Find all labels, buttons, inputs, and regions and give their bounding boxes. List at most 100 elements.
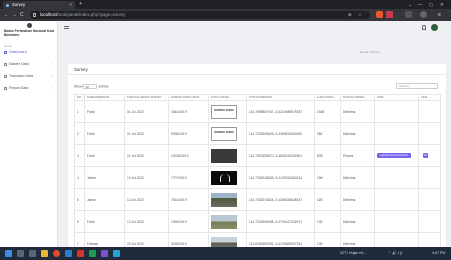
entries-label: entries xyxy=(98,84,109,89)
location-photo[interactable] xyxy=(211,170,237,185)
zoom-icon[interactable]: ⊕ xyxy=(348,11,352,19)
tab-close-icon[interactable]: × xyxy=(70,1,72,9)
search-input[interactable]: Search... xyxy=(396,83,438,89)
site-info-icon[interactable] xyxy=(33,13,36,17)
cell-status: Diterima xyxy=(340,188,375,211)
windows-start-icon[interactable] xyxy=(5,250,12,257)
cell-aksi xyxy=(418,100,441,123)
cell-luas: 828 xyxy=(314,144,341,167)
cell-aksi xyxy=(418,122,441,145)
chevron-right-icon: › xyxy=(50,62,52,66)
cell-luas: 130 xyxy=(314,232,341,247)
extensions-icon[interactable] xyxy=(405,11,412,18)
dashboard-icon xyxy=(4,50,7,54)
entries-select[interactable]: 10 xyxy=(83,84,98,89)
app-icon[interactable] xyxy=(77,250,84,257)
new-tab-button[interactable]: + xyxy=(79,0,82,9)
cell-opsi xyxy=(374,166,419,189)
cell-no: 5 xyxy=(74,188,85,211)
app-icon[interactable] xyxy=(101,250,108,257)
cell-nama: Farid xyxy=(84,144,125,167)
sidebar-item-dashboard[interactable]: Dashboard xyxy=(3,48,55,56)
reload-button[interactable]: C xyxy=(20,9,24,21)
maximize-button[interactable]: ▢ xyxy=(429,0,433,9)
cell-nama: Farid xyxy=(84,122,125,145)
location-photo[interactable] xyxy=(211,236,237,247)
app-icon[interactable] xyxy=(89,250,96,257)
browser-app-icon[interactable] xyxy=(53,250,60,257)
cell-no: 2 xyxy=(74,122,85,145)
sidebar-item-label: Master Data xyxy=(9,62,29,66)
profile-icon[interactable] xyxy=(420,11,427,18)
chevron-right-icon: › xyxy=(50,86,52,90)
cell-opsi xyxy=(374,232,419,247)
system-tray-icons[interactable]: ⌃ 🔊 ◖)) xyxy=(388,247,402,260)
cell-foto xyxy=(208,188,247,211)
cell-luas: 130 xyxy=(314,210,341,233)
close-window-button[interactable]: ✕ xyxy=(440,0,444,9)
cell-koordinat: 114.7222649629,-3.4309813264052 xyxy=(246,122,315,145)
cell-opsi: Laporkan ke Pemohonan xyxy=(374,144,419,167)
bookmark-star-icon[interactable]: ☆ xyxy=(358,11,362,19)
cell-tanggal: 01 Jul 2022 xyxy=(124,122,169,145)
sidebar-item-master-data[interactable]: Master Data › xyxy=(3,60,55,68)
menu-toggle-icon[interactable] xyxy=(64,26,69,29)
location-photo[interactable] xyxy=(211,192,237,207)
cell-status: Proses xyxy=(340,144,375,167)
cell-nomor: 12916/2019 xyxy=(168,144,209,167)
transaction-icon xyxy=(4,74,7,78)
report-button[interactable]: Laporkan ke Pemohonan xyxy=(377,153,411,158)
weather-widget[interactable]: 32°C Hujan rin... xyxy=(340,247,366,260)
app-icon[interactable] xyxy=(113,250,120,257)
cell-luas: 426 xyxy=(314,188,341,211)
cell-status: Diterima xyxy=(340,100,375,123)
task-view-icon[interactable] xyxy=(29,250,36,257)
tab-search-icon[interactable]: ⌄ xyxy=(408,0,412,9)
user-avatar[interactable] xyxy=(431,24,438,31)
vscode-icon[interactable] xyxy=(65,250,72,257)
cell-no: 4 xyxy=(74,166,85,189)
sidebar-item-report-data[interactable]: Report Data › xyxy=(3,84,55,92)
brave-shield-icon[interactable] xyxy=(376,11,383,18)
browser-tab-bar: Survey × + ⌄ — ▢ ✕ xyxy=(0,0,451,9)
location-photo[interactable]: MATRAI 10000 xyxy=(211,104,237,119)
search-icon[interactable] xyxy=(17,250,24,257)
clock[interactable]: 4:57 PM xyxy=(432,247,445,260)
cell-koordinat: 114.7899887047,-3.4219488975337 xyxy=(246,100,315,123)
back-button[interactable]: ← xyxy=(4,9,9,21)
location-photo[interactable] xyxy=(211,214,237,229)
address-bar[interactable]: localhost/land/parati/index.php?page=sur… xyxy=(30,11,370,19)
file-explorer-icon[interactable] xyxy=(41,250,48,257)
cell-opsi xyxy=(374,188,419,211)
cell-nomor: 7707/2019 xyxy=(168,166,209,189)
cell-koordinat: 114.7263318849,-3.4129315363214 xyxy=(246,166,315,189)
cell-foto xyxy=(208,232,247,247)
browser-menu-icon[interactable]: ≡ xyxy=(438,9,441,21)
location-photo[interactable]: MATRAI 10000 xyxy=(211,126,237,141)
cell-koordinat: 114.7343374824,-3.4268348628437 xyxy=(246,188,315,211)
cell-aksi xyxy=(418,188,441,211)
cell-tanggal: 01 Jul 2022 xyxy=(124,144,169,167)
url-path: /land/parati/index.php?page=survey xyxy=(56,12,126,17)
cell-luas: 2048 xyxy=(314,100,341,123)
tab-title: Survey xyxy=(12,2,26,7)
forward-button[interactable]: → xyxy=(12,9,17,21)
report-icon xyxy=(4,86,7,90)
brand-logo xyxy=(27,23,32,28)
cell-foto xyxy=(208,210,247,233)
tab-survey[interactable]: Survey × xyxy=(3,1,75,9)
cell-nomor: 1090/2019 xyxy=(168,210,209,233)
sidebar-item-transaksi-data[interactable]: Transaksi Data › xyxy=(3,72,55,80)
cell-status: Diterima xyxy=(340,166,375,189)
minimize-button[interactable]: — xyxy=(418,0,423,9)
action-gear-button[interactable]: ⚙ xyxy=(423,153,428,158)
location-photo[interactable] xyxy=(211,148,237,163)
notification-bell-icon[interactable] xyxy=(422,25,426,30)
cell-nama: Farid xyxy=(84,210,125,233)
table-row: 5 Jarise 13 Jul 2022 7610/2019 114.73433… xyxy=(74,188,441,211)
cell-koordinat: 114.8406392992,-3.4476506907261 xyxy=(246,232,315,247)
brave-rewards-icon[interactable] xyxy=(386,11,393,18)
cell-no: 6 xyxy=(74,210,85,233)
cell-koordinat: 114.7240349698,-3.4704427032671 xyxy=(246,210,315,233)
entries-length-control: Show 10 entries xyxy=(74,84,109,89)
